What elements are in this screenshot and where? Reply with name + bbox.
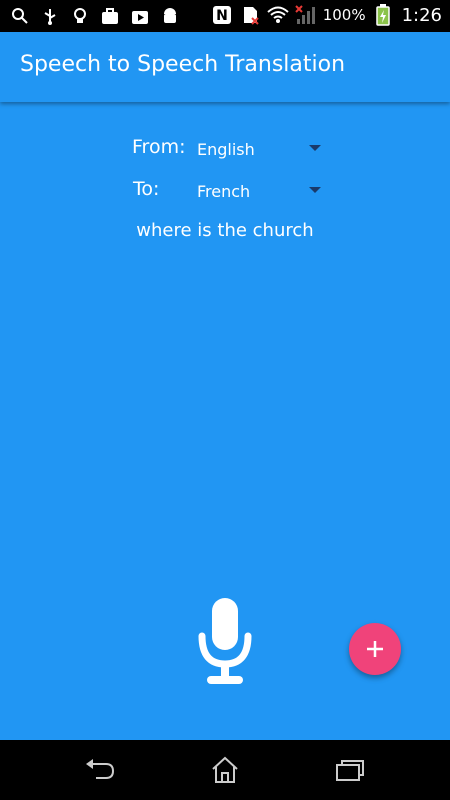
to-row: To:	[133, 178, 159, 200]
microphone-icon	[198, 598, 252, 684]
to-language-spinner[interactable]: French	[197, 178, 321, 206]
recognized-text: where is the church	[136, 220, 314, 241]
home-icon	[212, 756, 238, 783]
status-right-icons: N 100% 1:26	[211, 4, 442, 26]
main-content: From: English To: French where is the ch…	[0, 102, 450, 740]
nfc-icon: N	[211, 4, 233, 26]
nav-home-button[interactable]	[209, 755, 241, 785]
clock: 1:26	[401, 4, 442, 26]
to-language-value: French	[197, 182, 251, 201]
nav-back-button[interactable]	[84, 755, 116, 785]
lightbulb-icon	[70, 6, 90, 26]
add-fab-button[interactable]	[349, 623, 401, 675]
app-title: Speech to Speech Translation	[20, 52, 346, 77]
from-row: From:	[132, 136, 185, 158]
to-label: To:	[133, 178, 160, 200]
svg-text:N: N	[216, 8, 228, 24]
plus-icon	[367, 641, 383, 657]
status-left-icons	[10, 6, 180, 26]
sim-icon	[239, 4, 261, 26]
dropdown-arrow-icon	[309, 145, 321, 151]
media-icon	[130, 6, 150, 26]
navigation-bar	[0, 740, 450, 800]
battery-icon	[372, 4, 394, 26]
from-language-spinner[interactable]: English	[197, 136, 321, 164]
briefcase-icon	[100, 6, 120, 26]
recents-icon	[336, 760, 364, 781]
battery-percent: 100%	[322, 6, 366, 24]
from-language-value: English	[197, 140, 255, 159]
nav-recents-button[interactable]	[334, 755, 366, 785]
usb-icon	[40, 6, 60, 26]
from-label: From:	[132, 136, 186, 158]
status-bar: N 100% 1:26	[0, 0, 450, 32]
dropdown-arrow-icon	[309, 187, 321, 193]
back-icon	[86, 759, 115, 779]
wifi-icon	[267, 4, 289, 26]
search-icon	[10, 6, 30, 26]
app-bar: Speech to Speech Translation	[0, 32, 450, 102]
android-icon	[160, 6, 180, 26]
microphone-button[interactable]	[195, 596, 255, 688]
signal-icon	[294, 4, 317, 26]
